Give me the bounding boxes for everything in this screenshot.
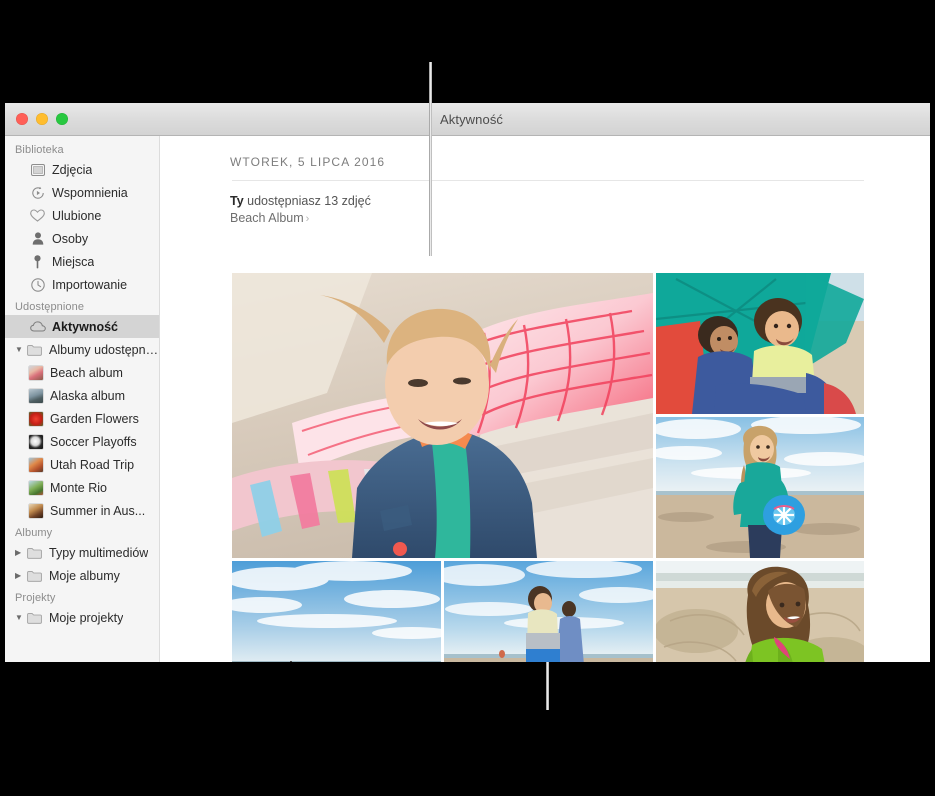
sidebar-item-label: Monte Rio bbox=[50, 481, 107, 495]
window-titlebar[interactable]: Aktywność bbox=[5, 103, 930, 136]
share-description: Ty udostępniasz 13 zdjęć Beach Album› bbox=[160, 181, 930, 228]
sidebar-item-label: Beach album bbox=[50, 366, 123, 380]
minimize-button[interactable] bbox=[36, 113, 48, 125]
disclosure-triangle-closed-icon[interactable]: ▶ bbox=[15, 572, 25, 580]
heart-icon bbox=[29, 208, 46, 223]
sidebar-item-label: Aktywność bbox=[52, 320, 118, 334]
sidebar-item-label: Soccer Playoffs bbox=[50, 435, 137, 449]
window-title: Aktywność bbox=[440, 112, 503, 127]
zoom-button[interactable] bbox=[56, 113, 68, 125]
photo-grid bbox=[232, 273, 864, 662]
sidebar-item-label: Zdjęcia bbox=[52, 163, 92, 177]
sidebar-item-monte-rio[interactable]: Monte Rio bbox=[5, 476, 159, 499]
sidebar-item-zdjecia[interactable]: Zdjęcia bbox=[5, 158, 159, 181]
date-header: WTOREK, 5 LIPCA 2016 bbox=[160, 136, 930, 169]
sidebar-item-label: Garden Flowers bbox=[50, 412, 139, 426]
sidebar-item-osoby[interactable]: Osoby bbox=[5, 227, 159, 250]
photo-thumbnail[interactable] bbox=[656, 273, 864, 414]
sidebar-item-ulubione[interactable]: Ulubione bbox=[5, 204, 159, 227]
sidebar-section-udostepnione: Udostępnione bbox=[5, 301, 159, 315]
folder-icon bbox=[26, 545, 43, 560]
sidebar-item-soccer-playoffs[interactable]: Soccer Playoffs bbox=[5, 430, 159, 453]
folder-icon bbox=[26, 342, 43, 357]
sidebar-section-biblioteka: Biblioteka bbox=[5, 144, 159, 158]
sidebar-item-miejsca[interactable]: Miejsca bbox=[5, 250, 159, 273]
album-thumbnail-icon bbox=[29, 481, 43, 495]
sidebar-item-label: Albumy udostępniane bbox=[49, 343, 159, 357]
traffic-light-group bbox=[16, 113, 68, 125]
photo-grid-row-bottom-left bbox=[232, 561, 653, 662]
sidebar-item-summer-in-australia[interactable]: Summer in Aus... bbox=[5, 499, 159, 522]
album-thumbnail-icon bbox=[29, 412, 43, 426]
person-icon bbox=[29, 231, 46, 246]
sidebar-item-label: Typy multimediów bbox=[49, 546, 148, 560]
photo-thumbnail[interactable] bbox=[656, 561, 864, 662]
sidebar-item-label: Summer in Aus... bbox=[50, 504, 145, 518]
activity-feed: WTOREK, 5 LIPCA 2016 Ty udostępniasz 13 … bbox=[160, 136, 930, 662]
callout-line-top bbox=[429, 62, 432, 256]
chevron-right-icon[interactable]: › bbox=[304, 213, 310, 225]
sidebar-item-label: Alaska album bbox=[50, 389, 125, 403]
callout-line-bottom bbox=[546, 662, 549, 710]
album-link[interactable]: Beach Album bbox=[230, 211, 304, 225]
folder-icon bbox=[26, 568, 43, 583]
cloud-icon bbox=[29, 319, 46, 334]
sidebar-section-projekty: Projekty bbox=[5, 592, 159, 606]
close-button[interactable] bbox=[16, 113, 28, 125]
sidebar-item-label: Importowanie bbox=[52, 278, 127, 292]
pin-icon bbox=[29, 254, 46, 269]
share-text: udostępniasz 13 zdjęć bbox=[247, 194, 371, 208]
sidebar-section-albumy: Albumy bbox=[5, 527, 159, 541]
sidebar-item-alaska-album[interactable]: Alaska album bbox=[5, 384, 159, 407]
sidebar-item-albumy-udostepniane[interactable]: ▼ Albumy udostępniane bbox=[5, 338, 159, 361]
sidebar-item-aktywnosc[interactable]: Aktywność bbox=[5, 315, 159, 338]
photo-grid-column-right bbox=[656, 273, 864, 662]
folder-icon bbox=[26, 610, 43, 625]
sidebar-item-label: Utah Road Trip bbox=[50, 458, 134, 472]
sidebar-item-moje-projekty[interactable]: ▼ Moje projekty bbox=[5, 606, 159, 629]
photo-thumbnail[interactable] bbox=[232, 561, 441, 662]
clock-icon bbox=[29, 277, 46, 292]
sidebar-item-utah-road-trip[interactable]: Utah Road Trip bbox=[5, 453, 159, 476]
album-thumbnail-icon bbox=[29, 504, 43, 518]
sidebar-item-beach-album[interactable]: Beach album bbox=[5, 361, 159, 384]
sidebar-item-wspomnienia[interactable]: Wspomnienia bbox=[5, 181, 159, 204]
album-thumbnail-icon bbox=[29, 366, 43, 380]
photos-icon bbox=[29, 162, 46, 177]
sidebar-item-label: Wspomnienia bbox=[52, 186, 128, 200]
sidebar-item-label: Moje albumy bbox=[49, 569, 120, 583]
sidebar[interactable]: Biblioteka Zdjęcia Wspomnienia Ulubione bbox=[5, 136, 160, 662]
sidebar-item-moje-albumy[interactable]: ▶ Moje albumy bbox=[5, 564, 159, 587]
photos-app-window: Aktywność Biblioteka Zdjęcia Wspomnienia bbox=[5, 103, 930, 662]
album-thumbnail-icon bbox=[29, 389, 43, 403]
memories-icon bbox=[29, 185, 46, 200]
album-thumbnail-icon bbox=[29, 435, 43, 449]
share-actor: Ty bbox=[230, 194, 244, 208]
disclosure-triangle-closed-icon[interactable]: ▶ bbox=[15, 549, 25, 557]
sidebar-item-label: Moje projekty bbox=[49, 611, 123, 625]
photo-thumbnail[interactable] bbox=[656, 417, 864, 558]
disclosure-triangle-open-icon[interactable]: ▼ bbox=[15, 614, 25, 622]
sidebar-item-label: Ulubione bbox=[52, 209, 101, 223]
sidebar-item-typy-multimediow[interactable]: ▶ Typy multimediów bbox=[5, 541, 159, 564]
photo-grid-column-left bbox=[232, 273, 653, 662]
album-thumbnail-icon bbox=[29, 458, 43, 472]
photo-thumbnail[interactable] bbox=[444, 561, 653, 662]
sidebar-item-label: Miejsca bbox=[52, 255, 94, 269]
photo-thumbnail[interactable] bbox=[232, 273, 653, 558]
disclosure-triangle-open-icon[interactable]: ▼ bbox=[15, 346, 25, 354]
sidebar-item-garden-flowers[interactable]: Garden Flowers bbox=[5, 407, 159, 430]
sidebar-item-label: Osoby bbox=[52, 232, 88, 246]
sidebar-item-importowanie[interactable]: Importowanie bbox=[5, 273, 159, 296]
